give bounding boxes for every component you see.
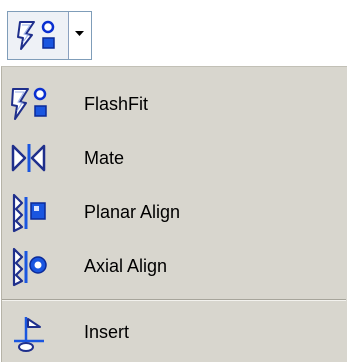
flashfit-icon	[11, 87, 47, 120]
insert-icon	[14, 317, 44, 352]
mate-icon	[11, 144, 46, 172]
constraint-dropdown-menu: FlashFit Mate Planar Align Axial Align I…	[1, 66, 347, 362]
menu-item-axial-align[interactable]: Axial Align	[2, 239, 346, 293]
menu-item-mate[interactable]: Mate	[2, 131, 346, 185]
menu-separator	[2, 299, 346, 301]
menu-item-planar-align[interactable]: Planar Align	[2, 185, 346, 239]
chevron-down-icon	[75, 31, 84, 36]
menu-item-label: Planar Align	[84, 202, 181, 222]
flashfit-toolbar-button[interactable]	[8, 12, 69, 59]
menu-item-label: Mate	[84, 148, 125, 168]
constraint-split-button[interactable]	[7, 11, 92, 60]
planar-align-icon	[12, 193, 46, 233]
menu-item-insert[interactable]: Insert	[2, 305, 346, 359]
menu-item-label: Insert	[84, 322, 130, 342]
axial-align-icon	[12, 247, 47, 287]
flashfit-icon	[17, 20, 55, 50]
menu-item-label: FlashFit	[84, 94, 149, 114]
menu-item-label: Axial Align	[84, 256, 168, 276]
menu-item-flashfit[interactable]: FlashFit	[2, 77, 346, 131]
dropdown-arrow-button[interactable]	[69, 12, 91, 59]
